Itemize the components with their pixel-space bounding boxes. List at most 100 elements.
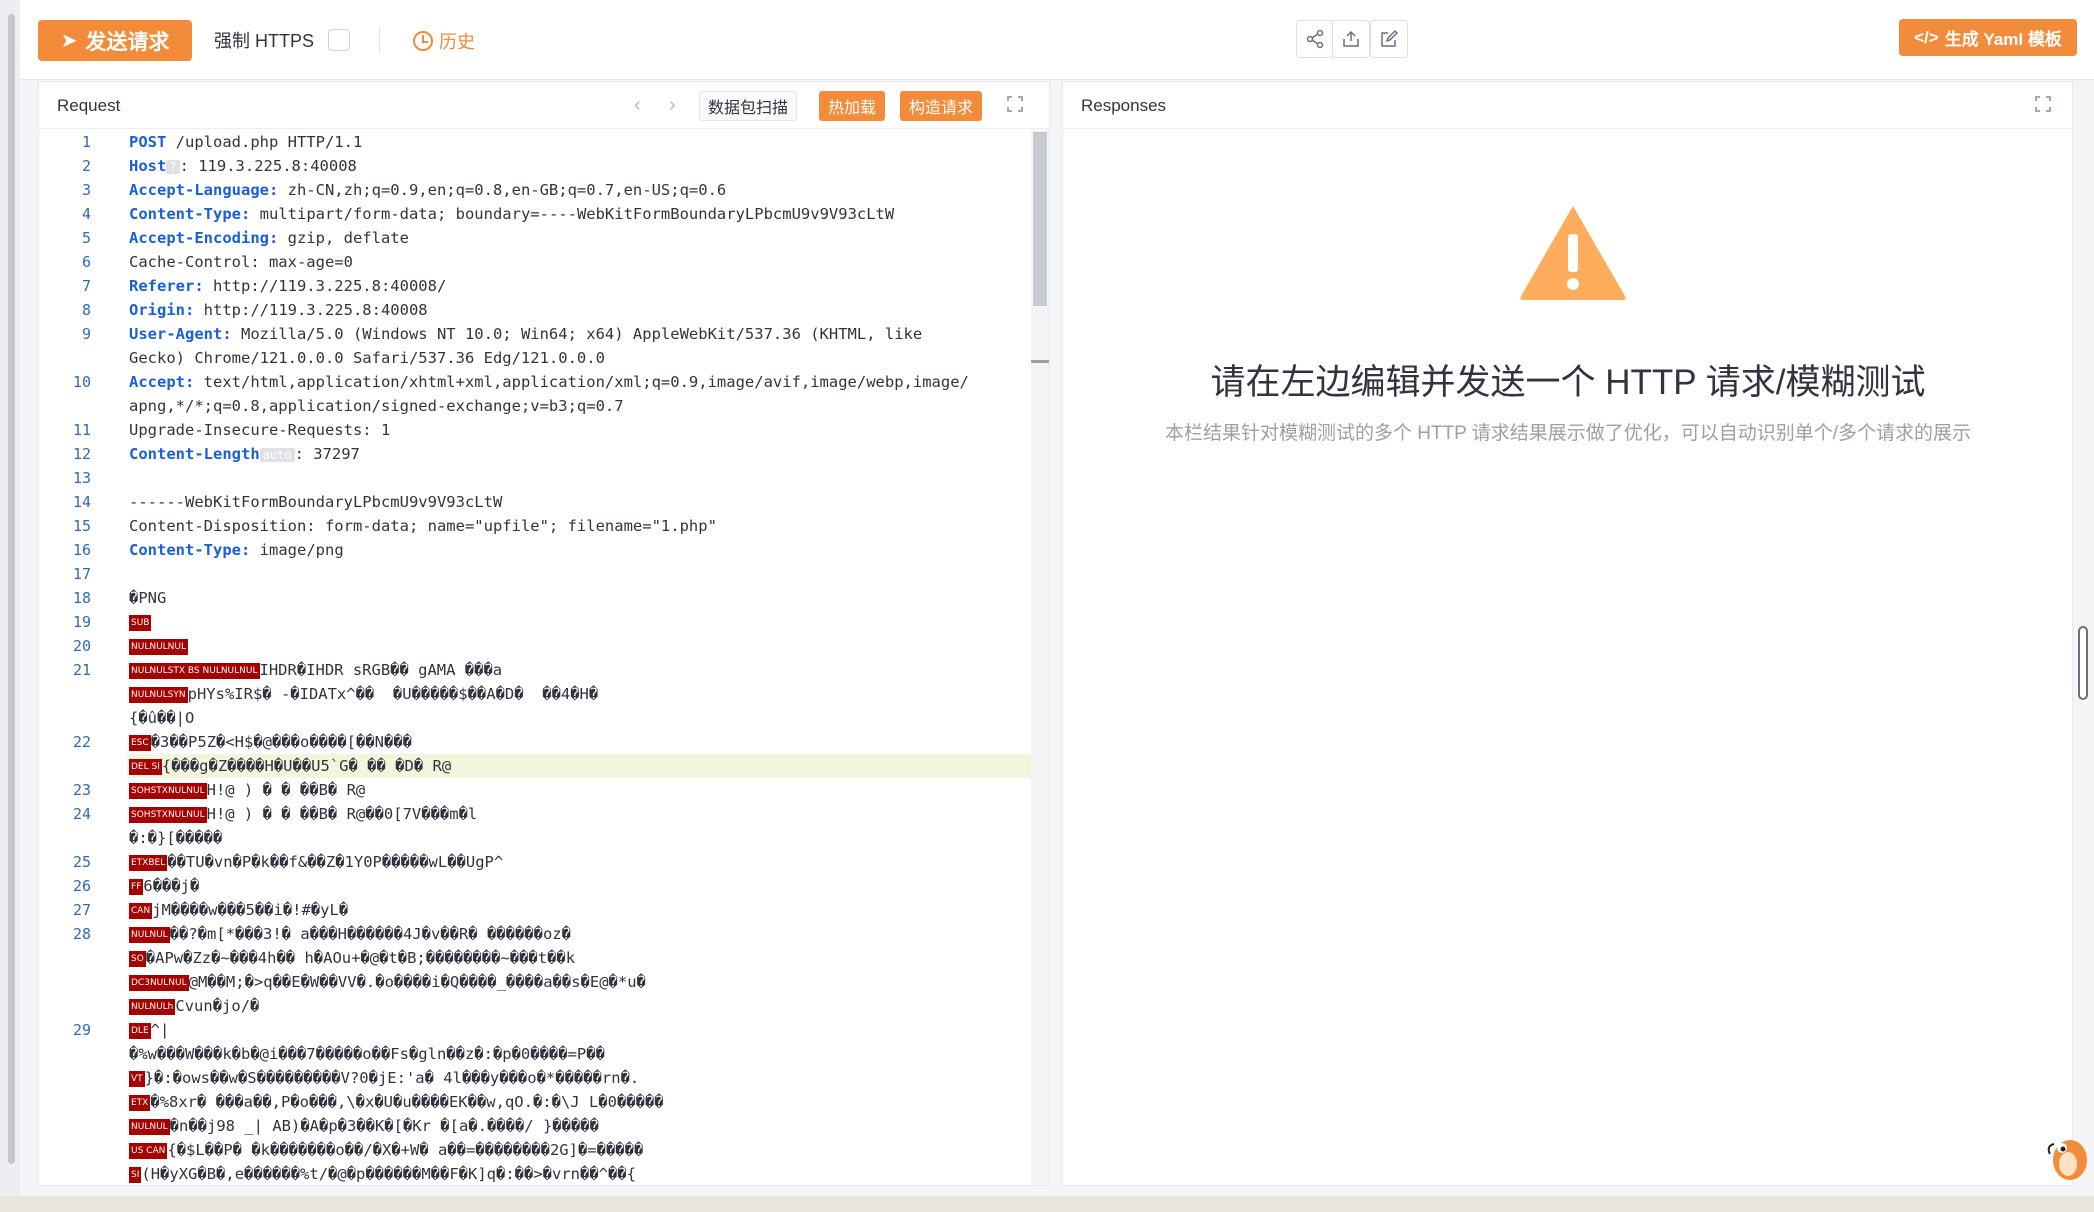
line-text: DC3NULNUL @M��M;�>q��E�W��VV�.�o����i�Q��… [129, 970, 646, 994]
line-text: Accept: text/html,application/xhtml+xml,… [129, 370, 969, 394]
code-line[interactable]: VT}�:�ows��w�S���������V?0�jE:'a� 4l���y… [39, 1066, 1049, 1090]
export-button[interactable] [1332, 20, 1370, 58]
code-line[interactable]: DC3NULNUL @M��M;�>q��E�W��VV�.�o����i�Q��… [39, 970, 1049, 994]
code-line[interactable]: NULNULh Cvun�jo/� [39, 994, 1049, 1018]
code-line[interactable]: US CAN {�$L��P� �k�������o��/�X�+W� a��=�… [39, 1138, 1049, 1162]
header-key: Content-Length [129, 445, 260, 463]
line-content: multipart/form-data; boundary=----WebKit… [250, 205, 895, 223]
code-line[interactable]: 16 Content-Type: image/png [39, 538, 1049, 562]
code-line[interactable]: 19 SUB [39, 610, 1049, 634]
force-https-checkbox[interactable] [328, 29, 351, 51]
code-line[interactable]: 17 [39, 562, 1049, 586]
line-content-tail: �ows��w�S���������V?0�jE:'a� 4l���y���o�… [172, 1069, 640, 1087]
code-line[interactable]: SO �APw�Zz�~���4h�� h�AOu+�@�t�B;��������… [39, 946, 1049, 970]
left-scrollbar[interactable] [0, 0, 20, 1212]
code-line[interactable]: 18 �PNG [39, 586, 1049, 610]
line-number: 19 [72, 613, 91, 631]
line-number: 10 [72, 373, 91, 391]
mascot-icon[interactable] [2046, 1124, 2090, 1186]
code-line[interactable]: ETX �%8xr� ���a��,P�o���,\�x�U�u����EK��w… [39, 1090, 1049, 1114]
line-number: 13 [72, 469, 91, 487]
fullscreen-icon[interactable] [2035, 96, 2051, 112]
header-key: Content-Type: [129, 205, 251, 223]
code-line[interactable]: 11 Upgrade-Insecure-Requests: 1 [39, 418, 1049, 442]
line-content-tail: �IHDR sRGB�� gAMA ���a [296, 661, 503, 679]
code-line[interactable]: �:�}[����� [39, 826, 1049, 850]
code-line[interactable]: 2 Host?: 119.3.225.8:40008 [39, 154, 1049, 178]
code-line[interactable]: SI (H�yXG�B�,e������%t/�@�p������M��F�K]q… [39, 1162, 1049, 1185]
control-char-tag: NULNULSTX BS NULNULNUL [129, 662, 260, 679]
chevron-left-icon[interactable]: ‹ [634, 94, 641, 117]
code-line[interactable]: 26 FF 6���j� [39, 874, 1049, 898]
resize-handle[interactable] [2078, 626, 2088, 700]
line-content-tail: %IR$� -�IDATx^�� �U�����$��A�D� ��4�H� [224, 685, 599, 703]
header-key: User-Agent: [129, 325, 232, 343]
code-line[interactable]: 13 [39, 466, 1049, 490]
code-line[interactable]: 5 Accept-Encoding: gzip, deflate [39, 226, 1049, 250]
header-badge[interactable]: ? [166, 160, 180, 174]
code-line[interactable]: 3 Accept-Language: zh-CN,zh;q=0.9,en;q=0.… [39, 178, 1049, 202]
force-https-toggle[interactable]: 强制 HTTPS [214, 27, 351, 53]
code-line[interactable]: 9 User-Agent: Mozilla/5.0 (Windows NT 10.… [39, 322, 1049, 346]
code-line[interactable]: 27 CAN jM����w���5��i�!#�yL� [39, 898, 1049, 922]
send-request-button[interactable]: ➤ 发送请求 [38, 20, 192, 61]
line-number: 24 [72, 805, 91, 823]
share-button[interactable] [1296, 20, 1334, 58]
code-line[interactable]: NULNULSYN pHYs%IR$� -�IDATx^�� �U�����$��… [39, 682, 1049, 706]
code-line[interactable]: 28 NULNUL ��?�m[*���3!� a���H������4J�v��R… [39, 922, 1049, 946]
code-line[interactable]: 1 POST /upload.php HTTP/1.1 [39, 130, 1049, 154]
code-line[interactable]: 22 ESC �3��P5Z�<H$�@���o����[��N��� [39, 730, 1049, 754]
control-char-tag: NULNULh [129, 998, 176, 1015]
code-line[interactable]: DEL SI {���g�Z����H�U��U5`G� �� �D� R@ [39, 754, 1049, 778]
code-line[interactable]: 7 Referer: http://119.3.225.8:40008/ [39, 274, 1049, 298]
code-line[interactable]: 12 Content-Length auto: 37297 [39, 442, 1049, 466]
request-editor[interactable]: 1 POST /upload.php HTTP/1.1 2 Host?: 119.3.… [39, 130, 1049, 1185]
code-line[interactable]: {�û��|O [39, 706, 1049, 730]
line-content-tail: 6���j� [143, 877, 200, 895]
packet-scan-button[interactable]: 数据包扫描 [699, 91, 798, 121]
line-content-tail: U5`G� �� �D� R@ [311, 757, 452, 775]
code-line[interactable]: 23 SOHSTXNULNUL H!@ ) � � ��B� R@ [39, 778, 1049, 802]
code-line[interactable]: NULNUL �n��j98 _| AB)�A�p�3��K�[�Kr �[a�.… [39, 1114, 1049, 1138]
chevron-right-icon[interactable]: › [669, 94, 676, 117]
line-number: 11 [72, 421, 91, 439]
control-char-tag: US CAN [129, 1142, 168, 1159]
code-line[interactable]: �%w���W���k�b�@i���7�����o��Fs�gln��z�:�… [39, 1042, 1049, 1066]
line-number: 29 [72, 1021, 91, 1039]
code-line[interactable]: 14 ------WebKitFormBoundaryLPbcmU9v9V93cL… [39, 490, 1049, 514]
line-content-tail: 5Z�<H$�@���o����[��N��� [197, 733, 412, 751]
code-line[interactable]: 10 Accept: text/html,application/xhtml+xm… [39, 370, 1049, 394]
line-number: 1 [81, 133, 91, 151]
code-line[interactable]: 8 Origin: http://119.3.225.8:40008 [39, 298, 1049, 322]
code-line[interactable]: 25 ETXBEL ��TU�vn�P�k��f&��Z�1Y0P�����wL��… [39, 850, 1049, 874]
control-char-tag: SI [129, 1166, 142, 1183]
line-text: NULNULSYN pHYs%IR$� -�IDATx^�� �U�����$��… [129, 682, 598, 706]
line-number: 9 [81, 325, 91, 343]
code-line[interactable]: 15 Content-Disposition: form-data; name="… [39, 514, 1049, 538]
edit-button[interactable] [1370, 20, 1408, 58]
code-line[interactable]: 21 NULNULSTX BS NULNULNUL IHDR�IHDR sRGB��… [39, 658, 1049, 682]
line-text: ------WebKitFormBoundaryLPbcmU9v9V93cLtW [129, 490, 502, 514]
history-button[interactable]: 历史 [413, 28, 475, 54]
hot-load-button[interactable]: 热加载 [819, 91, 886, 121]
fullscreen-icon[interactable] [1007, 96, 1023, 112]
line-text: ETXBEL ��TU�vn�P�k��f&��Z�1Y0P�����wL��Ug… [129, 850, 503, 874]
line-text: POST /upload.php HTTP/1.1 [129, 130, 362, 154]
control-char-tag: SUB [129, 614, 152, 631]
line-content: ��T [167, 853, 196, 871]
control-char-tag: NULNULNUL [129, 638, 189, 655]
code-line[interactable]: Gecko) Chrome/121.0.0.0 Safari/537.36 Ed… [39, 346, 1049, 370]
code-line[interactable]: 29 DLE ^| [39, 1018, 1049, 1042]
left-scrollbar-thumb[interactable] [8, 14, 15, 1164]
line-text: DLE ^| [129, 1018, 169, 1042]
editor-scrollbar-thumb[interactable] [1033, 132, 1047, 306]
code-line[interactable]: 20 NULNULNUL [39, 634, 1049, 658]
code-line[interactable]: 4 Content-Type: multipart/form-data; boun… [39, 202, 1049, 226]
code-line[interactable]: 6 Cache-Control: max-age=0 [39, 250, 1049, 274]
editor-scrollbar[interactable] [1031, 130, 1049, 1185]
construct-request-button[interactable]: 构造请求 [900, 91, 983, 121]
generate-yaml-button[interactable]: </> 生成 Yaml 模板 [1899, 19, 2077, 56]
code-line[interactable]: 24 SOHSTXNULNUL H!@ ) � � ��B� R@��0[7V���… [39, 802, 1049, 826]
header-badge[interactable]: auto [259, 448, 295, 462]
code-line[interactable]: apng,*/*;q=0.8,application/signed-exchan… [39, 394, 1049, 418]
